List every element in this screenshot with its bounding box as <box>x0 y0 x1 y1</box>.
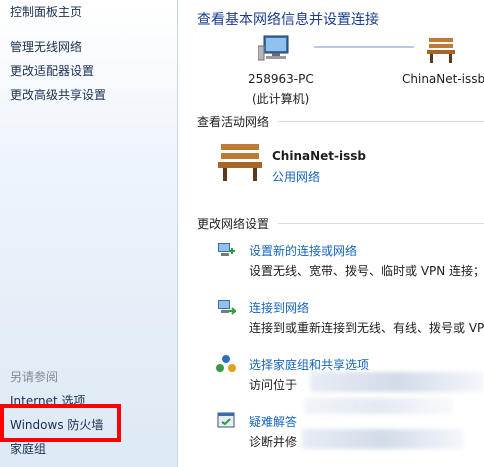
computer-caption: (此计算机) <box>252 92 310 106</box>
connection-line-icon <box>314 46 414 48</box>
page-title: 查看基本网络信息并设置连接 <box>197 12 379 28</box>
active-network-bench-icon <box>218 144 262 181</box>
main-panel: 查看基本网络信息并设置连接 258963-PC (此计算机) ChinaNet-… <box>178 0 484 467</box>
network-setup-icon <box>218 243 235 256</box>
troubleshoot-icon <box>217 412 235 428</box>
active-network-name: ChinaNet-issb <box>272 149 366 163</box>
computer-icon <box>258 35 289 61</box>
troubleshoot-link[interactable]: 疑难解答 <box>249 413 297 430</box>
blurred-region <box>304 398 454 414</box>
blurred-region <box>310 372 484 392</box>
connect-network-desc: 连接到或重新连接到无线、有线、拨号或 VPN <box>249 321 484 335</box>
sidebar-item-manage-wireless[interactable]: 管理无线网络 <box>10 38 82 55</box>
section-divider <box>278 223 484 224</box>
network-type-link[interactable]: 公用网络 <box>272 168 320 185</box>
connect-network-link[interactable]: 连接到网络 <box>249 299 309 316</box>
sidebar: 控制面板主页 管理无线网络 更改适配器设置 更改高级共享设置 另请参阅 Inte… <box>0 0 178 467</box>
computer-name: 258963-PC <box>248 72 314 86</box>
homegroup-desc: 访问位于 <box>249 378 298 392</box>
setup-connection-link[interactable]: 设置新的连接或网络 <box>249 242 357 259</box>
change-settings-heading: 更改网络设置 <box>197 217 270 231</box>
sidebar-item-adapter-settings[interactable]: 更改适配器设置 <box>10 62 94 79</box>
see-also-windows-firewall[interactable]: Windows 防火墙 <box>10 416 103 433</box>
setup-connection-desc: 设置无线、宽带、拨号、临时或 VPN 连接；或 <box>249 264 484 278</box>
homegroup-link[interactable]: 选择家庭组和共享选项 <box>249 356 369 373</box>
control-panel-home-link[interactable]: 控制面板主页 <box>10 3 82 20</box>
connect-network-icon <box>218 300 236 315</box>
see-also-internet-options[interactable]: Internet 选项 <box>10 392 85 409</box>
see-also-heading: 另请参阅 <box>10 370 59 384</box>
blurred-region <box>302 429 464 449</box>
section-divider <box>278 121 484 122</box>
bench-icon <box>427 38 455 63</box>
see-also-homegroup[interactable]: 家庭组 <box>10 440 46 457</box>
homegroup-icon <box>216 355 236 372</box>
sidebar-item-advanced-sharing[interactable]: 更改高级共享设置 <box>10 86 106 103</box>
network-map-network-name: ChinaNet-issb <box>402 72 484 86</box>
troubleshoot-desc: 诊断并修 <box>249 435 298 449</box>
active-networks-heading: 查看活动网络 <box>197 115 270 129</box>
